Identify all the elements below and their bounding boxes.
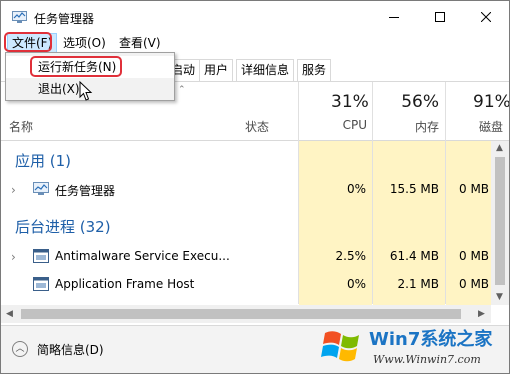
task-manager-icon — [33, 182, 49, 195]
win7-watermark-logo: Win7系统之家 Www.Winwin7.com — [321, 328, 493, 366]
cpu-percent: 31% — [331, 92, 369, 112]
task-manager-icon — [12, 11, 27, 23]
chevron-right-icon[interactable]: › — [11, 250, 16, 264]
tab-details[interactable]: 详细信息 — [236, 59, 295, 81]
service-window-icon — [33, 249, 49, 263]
column-status[interactable]: 状态 — [245, 118, 269, 135]
file-menu-highlight-ring — [4, 32, 52, 52]
maximize-icon — [435, 12, 445, 22]
horizontal-scroll-thumb[interactable] — [21, 309, 461, 319]
task-manager-window: 任务管理器 文件(F) 选项(O) 查看(V) 启动 用户 详细信息 服务 名称… — [0, 0, 510, 374]
sort-ascending-icon: ⌃ — [178, 85, 186, 95]
column-memory[interactable]: 内存 — [399, 118, 439, 135]
chevron-right-icon[interactable]: › — [11, 183, 16, 197]
process-name: 任务管理器 — [55, 184, 116, 198]
tab-services[interactable]: 服务 — [297, 59, 332, 81]
app-frame-icon — [33, 277, 49, 291]
watermark-brand: Win7系统之家 — [369, 328, 493, 350]
maximize-button[interactable] — [417, 1, 463, 33]
process-name: Application Frame Host — [55, 277, 195, 291]
memory-value: 61.4 MB — [389, 249, 439, 263]
memory-value: 15.5 MB — [389, 182, 439, 196]
table-row[interactable]: Application Frame Host 0% 2.1 MB 0 MB — [1, 271, 491, 299]
cpu-value: 0% — [346, 182, 366, 196]
title-bar[interactable]: 任务管理器 — [1, 1, 509, 33]
memory-percent: 56% — [401, 92, 439, 112]
column-name[interactable]: 名称 — [9, 118, 33, 135]
table-row[interactable]: › Antimalware Service Execu... 2.5% 61.4… — [1, 243, 491, 271]
window-title: 任务管理器 — [34, 12, 95, 26]
process-name: Antimalware Service Execu... — [55, 249, 230, 263]
vertical-scroll-thumb[interactable] — [495, 157, 505, 285]
scroll-down-arrow-icon[interactable]: ▼ — [496, 292, 503, 302]
menu-view[interactable]: 查看(V) — [115, 33, 165, 53]
scroll-right-arrow-icon[interactable]: ▶ — [478, 309, 485, 319]
group-apps: 应用 (1) — [15, 152, 72, 170]
column-cpu[interactable]: CPU — [331, 118, 367, 132]
close-button[interactable] — [463, 1, 509, 33]
memory-value: 2.1 MB — [397, 277, 439, 291]
scroll-left-arrow-icon[interactable]: ◀ — [6, 309, 13, 319]
tab-users[interactable]: 用户 — [199, 59, 234, 81]
menu-bar: 文件(F) 选项(O) 查看(V) — [1, 33, 509, 53]
group-background: 后台进程 (32) — [15, 218, 111, 236]
chevron-up-circle-icon[interactable]: ︿ — [12, 341, 28, 357]
cpu-value: 0% — [346, 277, 366, 291]
cpu-value: 2.5% — [335, 249, 367, 263]
column-disk[interactable]: 磁盘 — [479, 118, 509, 135]
mouse-cursor-icon — [79, 81, 93, 101]
table-row[interactable]: › 任务管理器 0% 15.5 MB 0 MB — [1, 176, 491, 204]
menu-options[interactable]: 选项(O) — [59, 33, 110, 53]
minimize-icon — [389, 17, 399, 18]
run-task-highlight-ring — [30, 56, 122, 77]
exit-label: 退出(X) — [38, 82, 80, 96]
watermark-url: Www.Winwin7.com — [373, 353, 481, 366]
scroll-up-arrow-icon[interactable]: ▲ — [496, 143, 503, 153]
minimize-button[interactable] — [371, 1, 417, 33]
close-icon — [481, 12, 491, 22]
fewer-details-link[interactable]: 简略信息(D) — [37, 341, 104, 358]
disk-percent: 91% — [473, 92, 510, 112]
